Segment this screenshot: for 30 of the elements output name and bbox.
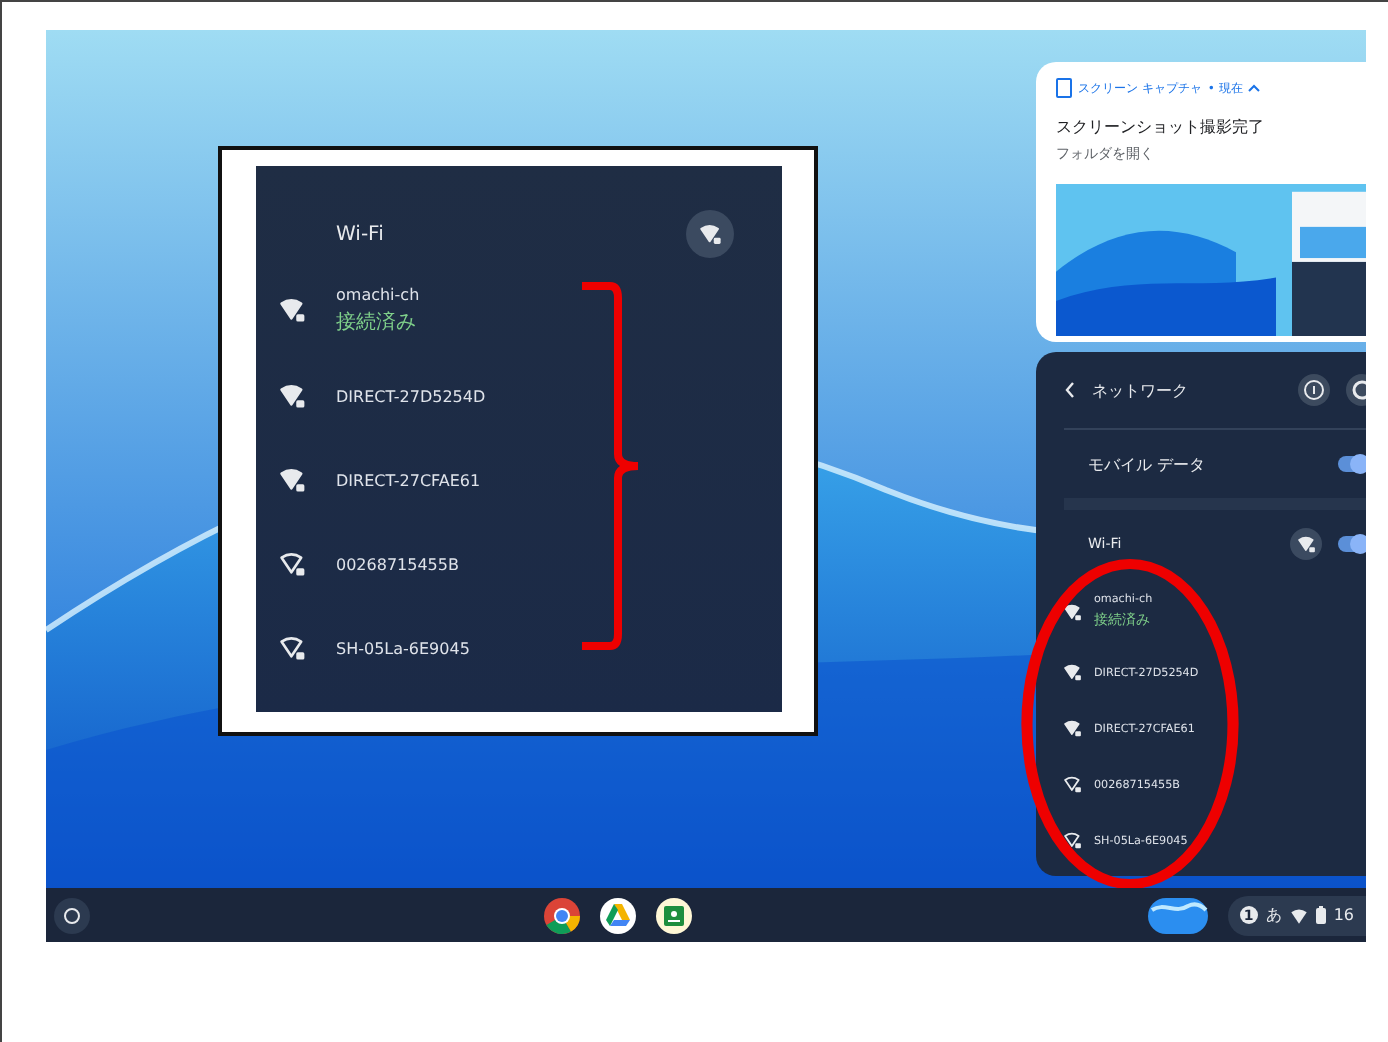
wifi-signal-icon <box>1297 535 1315 553</box>
browser-icon[interactable] <box>544 897 581 933</box>
wifi-signal-icon <box>699 223 721 245</box>
connection-status: 接続済み <box>336 309 418 336</box>
wifi-icon <box>1289 907 1308 923</box>
triangle-logo-icon[interactable] <box>600 897 637 933</box>
chevron-up-icon[interactable] <box>1248 84 1261 92</box>
network-name[interactable]: DIRECT-27D5254D <box>336 387 486 405</box>
back-icon[interactable] <box>1064 382 1076 398</box>
desk-preview-icon[interactable] <box>1147 897 1208 933</box>
battery-icon <box>1315 906 1326 924</box>
mobile-data-label: モバイル データ <box>1088 453 1206 475</box>
wifi-settings-icon[interactable] <box>686 210 734 258</box>
input-method: あ <box>1265 904 1282 926</box>
app-icon <box>1056 78 1072 98</box>
launcher-icon[interactable] <box>54 897 90 933</box>
notification-title: スクリーンショット撮影完了 <box>1056 116 1266 138</box>
panel-title: ネットワーク <box>1092 379 1188 401</box>
settings-icon[interactable] <box>1346 374 1366 406</box>
clock: 16 <box>1333 906 1354 924</box>
network-name[interactable]: SH-05La-6E9045 <box>336 639 470 657</box>
toggle-switch[interactable] <box>1338 536 1366 552</box>
network-name[interactable]: 00268715455B <box>336 555 459 573</box>
info-icon[interactable] <box>1298 374 1330 406</box>
wifi-heading: Wi-Fi <box>336 223 386 245</box>
board-icon[interactable] <box>656 897 693 933</box>
network-name[interactable]: omachi-ch <box>336 286 420 304</box>
wifi-settings-icon[interactable] <box>1290 528 1322 560</box>
network-name[interactable]: DIRECT-27CFAE61 <box>336 471 481 489</box>
toggle-switch[interactable] <box>1338 456 1366 472</box>
